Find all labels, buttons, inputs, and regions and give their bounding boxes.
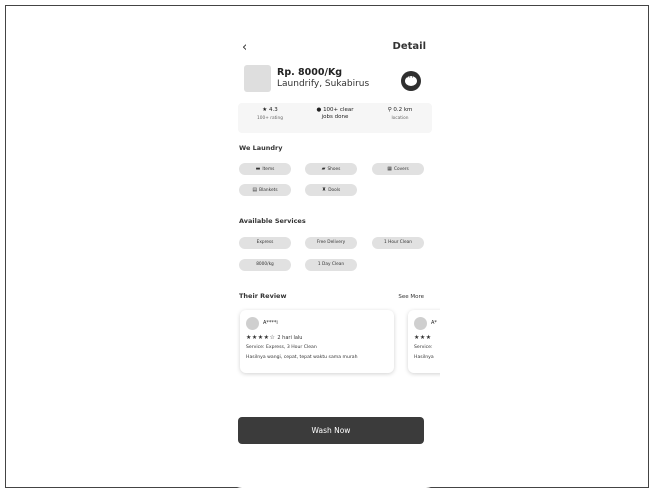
stat-location: ⚲ 0.2 km location xyxy=(382,107,418,121)
laundry-chip-covers[interactable]: ▦ Covers xyxy=(372,163,424,175)
stats-bar: ★ 4.3 100+ rating ● 100+ clear jobs done… xyxy=(238,103,432,133)
shop-thumbnail xyxy=(244,65,271,92)
review-text: Hasilnya wangi, cepat, tepat waktu sama … xyxy=(246,355,358,360)
phone-screen: ‹ Detail Rp. 8000/Kg Laundrify, Sukabiru… xyxy=(228,6,440,488)
stat-label: location xyxy=(391,116,409,121)
laundry-chip-dools[interactable]: ♜ Dools xyxy=(305,184,357,196)
stat-label: jobs done xyxy=(321,114,349,120)
review-service: Service: Express, 3 Hour Clean xyxy=(246,345,317,350)
star-icon: ★★★ xyxy=(414,334,432,341)
service-chip-8000-kg[interactable]: 8000/kg xyxy=(239,259,291,271)
chat-bubble-icon[interactable] xyxy=(401,71,421,91)
doll-icon: ♜ xyxy=(321,187,327,193)
star-icon: ★★★★☆ xyxy=(246,334,276,341)
service-chip-1-day-clean[interactable]: 1 Day Clean xyxy=(305,259,357,271)
laundry-chip-blankets[interactable]: ▤ Blankets xyxy=(239,184,291,196)
see-more-link[interactable]: See More xyxy=(398,294,424,300)
badge-icon: ● xyxy=(316,107,322,113)
shoe-icon: ▰ xyxy=(321,166,326,172)
page-title: Detail xyxy=(392,41,426,52)
laundry-chip-items[interactable]: ▬ Items xyxy=(239,163,291,175)
laundry-chip-shoes[interactable]: ▰ Shoes xyxy=(305,163,357,175)
star-icon: ★ xyxy=(262,107,268,113)
stat-value: 0.2 km xyxy=(393,107,413,113)
location-pin-icon: ⚲ xyxy=(387,107,392,113)
reviewer-name: A****i xyxy=(263,320,278,326)
service-chip-free-delivery[interactable]: Free Delivery xyxy=(305,237,357,249)
reviewer-name: A* xyxy=(431,320,437,326)
shirt-icon: ▬ xyxy=(255,166,261,172)
service-chip-1-hour-clean[interactable]: 1 Hour Clean xyxy=(372,237,424,249)
review-time: 2 hari lalu xyxy=(277,335,303,341)
review-card[interactable]: A****i ★★★★☆ 2 hari lalu Service: Express… xyxy=(240,310,394,373)
review-text: Hasilnya xyxy=(414,355,434,360)
review-service: Service: xyxy=(414,345,433,350)
chevron-left-icon[interactable]: ‹ xyxy=(242,40,247,55)
shop-name: Laundrify, Sukabirus xyxy=(277,79,370,89)
stat-rating: ★ 4.3 100+ rating xyxy=(252,107,288,121)
service-chip-express[interactable]: Express xyxy=(239,237,291,249)
available-services-title: Available Services xyxy=(239,217,306,225)
stat-value: 4.3 xyxy=(268,107,278,113)
shop-price: Rp. 8000/Kg xyxy=(277,67,343,78)
wash-now-button[interactable]: Wash Now xyxy=(238,417,424,444)
stat-label: 100+ rating xyxy=(257,116,283,121)
review-stars: ★★★ xyxy=(414,334,432,341)
stat-value: 100+ clear xyxy=(323,107,354,113)
review-card[interactable]: A* ★★★ Service: Hasilnya xyxy=(408,310,440,373)
review-stars: ★★★★☆ 2 hari lalu xyxy=(246,334,302,341)
avatar xyxy=(414,317,427,330)
cover-icon: ▦ xyxy=(387,166,392,172)
their-review-title: Their Review xyxy=(239,292,287,300)
stat-jobs: ● 100+ clear jobs done xyxy=(312,107,358,120)
blanket-icon: ▤ xyxy=(252,187,258,193)
we-laundry-title: We Laundry xyxy=(239,144,283,152)
avatar xyxy=(246,317,259,330)
